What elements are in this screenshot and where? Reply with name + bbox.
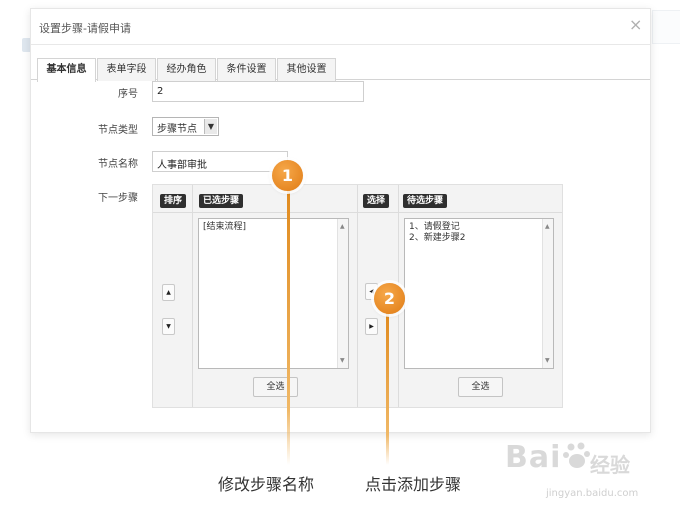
annotation-marker-2: 2: [374, 283, 405, 314]
selected-steps-badge: 已选步骤: [199, 194, 244, 208]
tab-form-fields[interactable]: 表单字段: [97, 58, 156, 81]
steps-panel: 排序 已选步骤 选择 待选步骤 [结束流程] ▲ ▼ 1、请假登记 2、新建步骤…: [152, 184, 563, 408]
scroll-up-icon[interactable]: ▲: [545, 221, 550, 232]
scroll-down-icon[interactable]: ▼: [340, 355, 345, 366]
move-up-button[interactable]: ▲: [162, 284, 175, 301]
dialog-title: 设置步骤-请假申请: [39, 22, 131, 35]
scroll-down-icon[interactable]: ▼: [545, 355, 550, 366]
node-name-label: 节点名称: [98, 159, 138, 170]
seq-label: 序号: [118, 89, 138, 100]
background-window-edge: [652, 10, 680, 44]
move-right-button[interactable]: ▶: [365, 318, 378, 335]
chevron-down-icon[interactable]: ▼: [204, 119, 217, 134]
annotation-marker-1: 1: [272, 160, 303, 191]
annotation-line-1: [287, 190, 290, 465]
select-all-pending-button[interactable]: 全选: [458, 377, 503, 397]
scrollbar[interactable]: ▲ ▼: [542, 219, 553, 368]
sort-badge: 排序: [160, 194, 187, 208]
list-item[interactable]: [结束流程]: [203, 222, 344, 233]
list-item[interactable]: 2、新建步骤2: [409, 233, 549, 244]
tab-basic-info[interactable]: 基本信息: [37, 58, 96, 82]
node-type-value: 步骤节点: [157, 124, 197, 135]
pending-steps-badge: 待选步骤: [403, 194, 448, 208]
tab-condition-settings[interactable]: 条件设置: [217, 58, 276, 81]
tab-handler-roles[interactable]: 经办角色: [157, 58, 216, 81]
pending-steps-list[interactable]: 1、请假登记 2、新建步骤2 ▲ ▼: [404, 218, 554, 369]
node-type-select[interactable]: 步骤节点 ▼: [152, 117, 219, 136]
choose-badge: 选择: [363, 194, 390, 208]
select-all-selected-button[interactable]: 全选: [253, 377, 298, 397]
tab-bar: 基本信息 表单字段 经办角色 条件设置 其他设置: [31, 50, 650, 82]
close-icon[interactable]: ×: [629, 16, 642, 34]
node-name-input[interactable]: 人事部审批: [152, 151, 288, 172]
paw-icon: [563, 442, 590, 468]
node-type-label: 节点类型: [98, 125, 138, 136]
list-item[interactable]: 1、请假登记: [409, 222, 549, 233]
move-down-button[interactable]: ▼: [162, 318, 175, 335]
watermark-url: jingyan.baidu.com: [546, 488, 639, 499]
selected-steps-list[interactable]: [结束流程] ▲ ▼: [198, 218, 349, 369]
watermark-brand-cn: 经验: [590, 453, 630, 477]
column-divider: [192, 185, 193, 407]
dialog-header: 设置步骤-请假申请 ×: [31, 9, 650, 45]
next-step-label: 下一步骤: [98, 193, 138, 204]
column-divider: [357, 185, 358, 407]
annotation-caption-1: 修改步骤名称: [218, 475, 315, 494]
seq-input[interactable]: 2: [152, 81, 364, 102]
annotation-caption-2: 点击添加步骤: [365, 475, 462, 494]
annotation-line-2: [386, 312, 389, 465]
scroll-up-icon[interactable]: ▲: [340, 221, 345, 232]
watermark-brand: Bai: [505, 440, 562, 475]
scrollbar[interactable]: ▲ ▼: [337, 219, 348, 368]
tab-other-settings[interactable]: 其他设置: [277, 58, 336, 81]
